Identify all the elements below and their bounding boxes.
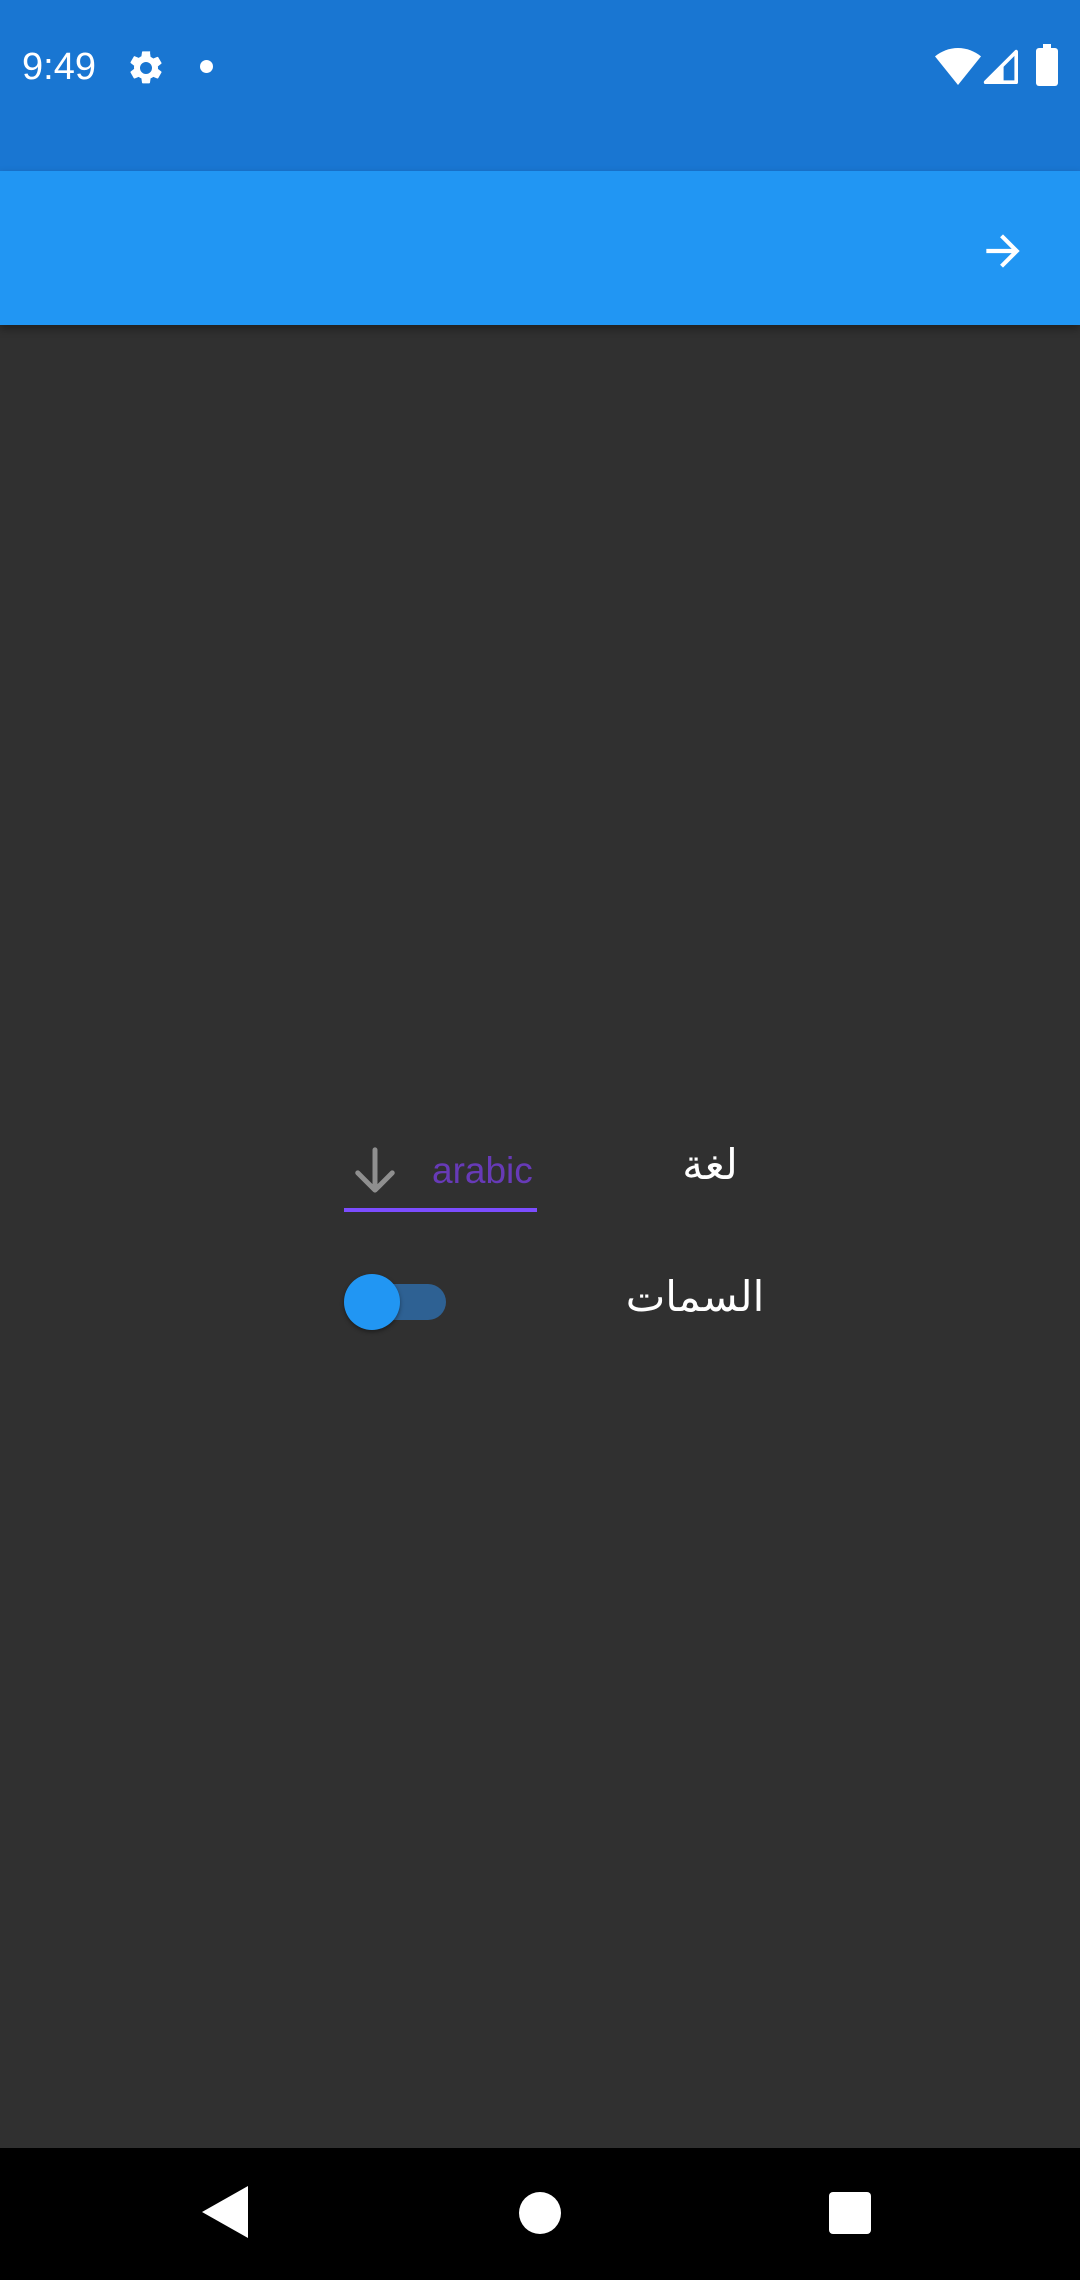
home-circle-icon[interactable] [519, 2192, 561, 2234]
language-label: لغة [682, 1140, 738, 1189]
app-bar [0, 171, 1080, 325]
recents-square-icon[interactable] [829, 2192, 871, 2234]
language-dropdown[interactable]: arabic [344, 1134, 537, 1212]
theme-label: السمات [625, 1272, 765, 1321]
cell-signal-icon [983, 49, 1018, 84]
theme-toggle[interactable] [344, 1274, 448, 1330]
arrow-down-icon [355, 1147, 395, 1193]
wifi-icon [935, 48, 981, 85]
toggle-thumb [344, 1274, 400, 1330]
notification-dot-icon [200, 60, 213, 73]
battery-icon [1036, 44, 1058, 86]
language-selected-value: arabic [432, 1150, 533, 1191]
arrow-forward-icon [986, 234, 1020, 268]
forward-button[interactable] [968, 216, 1038, 286]
gear-icon [130, 51, 162, 84]
status-time: 9:49 [22, 46, 96, 88]
status-bar: 9:49 [0, 0, 1080, 171]
back-triangle-icon[interactable] [200, 2184, 250, 2240]
